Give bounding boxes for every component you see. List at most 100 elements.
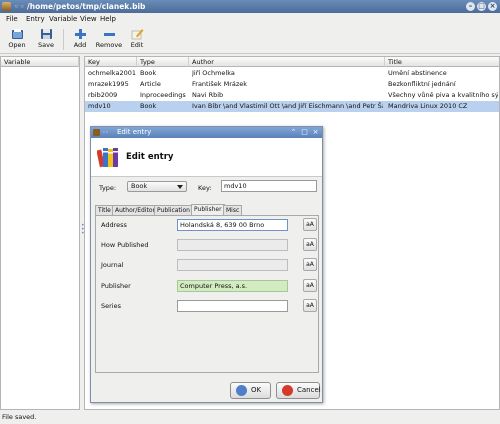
open-label: Open: [8, 41, 26, 49]
table-row[interactable]: mrazek1995 Article František Mrázek Bezk…: [85, 79, 499, 90]
ok-button[interactable]: OK: [230, 382, 271, 399]
plus-icon: [74, 29, 86, 39]
remove-label: Remove: [95, 41, 123, 49]
ok-label: OK: [251, 386, 262, 394]
add-label: Add: [73, 41, 87, 49]
type-select[interactable]: Book: [127, 181, 187, 192]
cell-type: Inproceedings: [140, 91, 186, 99]
cell-title: Mandriva Linux 2010 CZ: [388, 102, 468, 110]
table-row[interactable]: ochmelka2001 Book Jiří Ochmelka Umění ab…: [85, 68, 499, 79]
chevron-down-icon: [177, 185, 183, 189]
cell-type: Article: [140, 80, 161, 88]
table-row[interactable]: rbib2009 Inproceedings Navi Rbib Všechny…: [85, 90, 499, 101]
close-icon[interactable]: ×: [488, 2, 497, 11]
field-label-address: Address: [101, 221, 127, 229]
how-published-field[interactable]: [177, 239, 288, 251]
edit-icon: [131, 29, 143, 40]
cell-type: Book: [140, 102, 157, 110]
field-label-series: Series: [101, 302, 121, 310]
add-button[interactable]: Add: [65, 27, 95, 52]
cell-author: Jiří Ochmelka: [192, 69, 235, 77]
menu-entry[interactable]: Entry: [26, 15, 45, 23]
series-aa-button[interactable]: aA: [303, 299, 317, 312]
publisher-field[interactable]: Computer Press, a.s.: [177, 280, 288, 292]
minimize-icon[interactable]: –: [466, 2, 475, 11]
edit-entry-dialog: ◦◦ Edit entry ⌃ □ × Edit entry Type: Boo…: [90, 126, 323, 403]
dialog-title: Edit entry: [117, 128, 152, 136]
series-field[interactable]: [177, 300, 288, 312]
field-label-how-published: How Published: [101, 241, 149, 249]
column-header-title[interactable]: Title: [385, 57, 499, 67]
cell-key: mrazek1995: [88, 80, 129, 88]
tab-publisher[interactable]: Publisher: [191, 204, 225, 215]
cell-key: mdv10: [88, 102, 111, 110]
field-label-journal: Journal: [101, 261, 124, 269]
cell-author: Navi Rbib: [192, 91, 224, 99]
column-header-key[interactable]: Key: [85, 57, 137, 67]
toolbar: Open Save Add Remove Edit: [0, 26, 500, 54]
open-folder-icon: [11, 29, 23, 39]
column-header-type[interactable]: Type: [137, 57, 189, 67]
key-label: Key:: [198, 184, 212, 192]
tab-author-editor[interactable]: Author/Editor: [112, 205, 158, 215]
menu-help[interactable]: Help: [100, 15, 116, 23]
remove-button[interactable]: Remove: [94, 27, 124, 52]
table-row-selected[interactable]: mdv10 Book Ivan Bíbr \and Vlastimil Ott …: [85, 101, 499, 112]
dialog-close-icon[interactable]: ×: [311, 128, 320, 137]
cell-key: rbib2009: [88, 91, 118, 99]
publisher-aa-button[interactable]: aA: [303, 279, 317, 292]
app-icon[interactable]: [2, 2, 11, 11]
key-field[interactable]: mdv10: [221, 180, 317, 192]
titlebar-menu-icon[interactable]: ◦◦: [14, 0, 26, 13]
menu-view[interactable]: View: [80, 15, 97, 23]
tab-misc[interactable]: Misc: [223, 205, 243, 215]
menubar: File Entry Variable View Help: [0, 13, 500, 26]
dialog-heading: Edit entry: [126, 152, 174, 162]
dialog-header: Edit entry: [91, 138, 322, 177]
dialog-app-icon[interactable]: [93, 129, 100, 136]
ok-check-icon: [236, 385, 247, 396]
publisher-tab-pane: Address Holandská 8, 639 00 Brno aA How …: [95, 215, 319, 373]
cell-author: Ivan Bíbr \and Vlastimil Ott \and Jiří E…: [192, 102, 383, 110]
variable-column-header[interactable]: Variable: [1, 57, 79, 67]
variable-panel[interactable]: Variable: [0, 56, 80, 410]
save-button[interactable]: Save: [31, 27, 61, 52]
type-select-value: Book: [131, 182, 148, 190]
address-field[interactable]: Holandská 8, 639 00 Brno: [177, 219, 288, 231]
save-label: Save: [38, 41, 54, 49]
type-label: Type:: [99, 184, 117, 192]
cancel-label: Cancel: [297, 386, 321, 394]
edit-button[interactable]: Edit: [122, 27, 152, 52]
cell-type: Book: [140, 69, 157, 77]
address-aa-button[interactable]: aA: [303, 218, 317, 231]
menu-file[interactable]: File: [6, 15, 18, 23]
cell-title: Bezkonfliktní jednání: [388, 80, 456, 88]
dialog-shade-icon[interactable]: ⌃: [289, 128, 298, 137]
dialog-titlebar[interactable]: ◦◦ Edit entry ⌃ □ ×: [91, 127, 322, 138]
how-published-aa-button[interactable]: aA: [303, 238, 317, 251]
menu-variable[interactable]: Variable: [49, 15, 77, 23]
minus-icon: [103, 33, 115, 36]
save-icon: [40, 29, 52, 39]
status-bar: File saved.: [0, 411, 500, 424]
journal-aa-button[interactable]: aA: [303, 258, 317, 271]
cell-key: ochmelka2001: [88, 69, 136, 77]
window-titlebar: ◦◦ /home/petos/tmp/clanek.bib – □ ×: [0, 0, 500, 13]
cancel-x-icon: [282, 385, 293, 396]
tab-publication[interactable]: Publication: [154, 205, 193, 215]
journal-field[interactable]: [177, 259, 288, 271]
cell-author: František Mrázek: [192, 80, 248, 88]
field-label-publisher: Publisher: [101, 282, 131, 290]
books-icon: [97, 148, 118, 168]
toolbar-separator: [63, 29, 64, 50]
edit-label: Edit: [130, 41, 144, 49]
open-button[interactable]: Open: [2, 27, 32, 52]
dialog-maximize-icon[interactable]: □: [300, 128, 309, 137]
cell-title: Umění abstinence: [388, 69, 447, 77]
maximize-icon[interactable]: □: [477, 2, 486, 11]
cell-title: Všechny vůně piva a kvalitního sýru: [388, 91, 498, 99]
column-header-author[interactable]: Author: [189, 57, 385, 67]
window-title: /home/petos/tmp/clanek.bib: [27, 2, 146, 11]
cancel-button[interactable]: Cancel: [276, 382, 321, 399]
dialog-menu-icon[interactable]: ◦◦: [102, 127, 109, 138]
